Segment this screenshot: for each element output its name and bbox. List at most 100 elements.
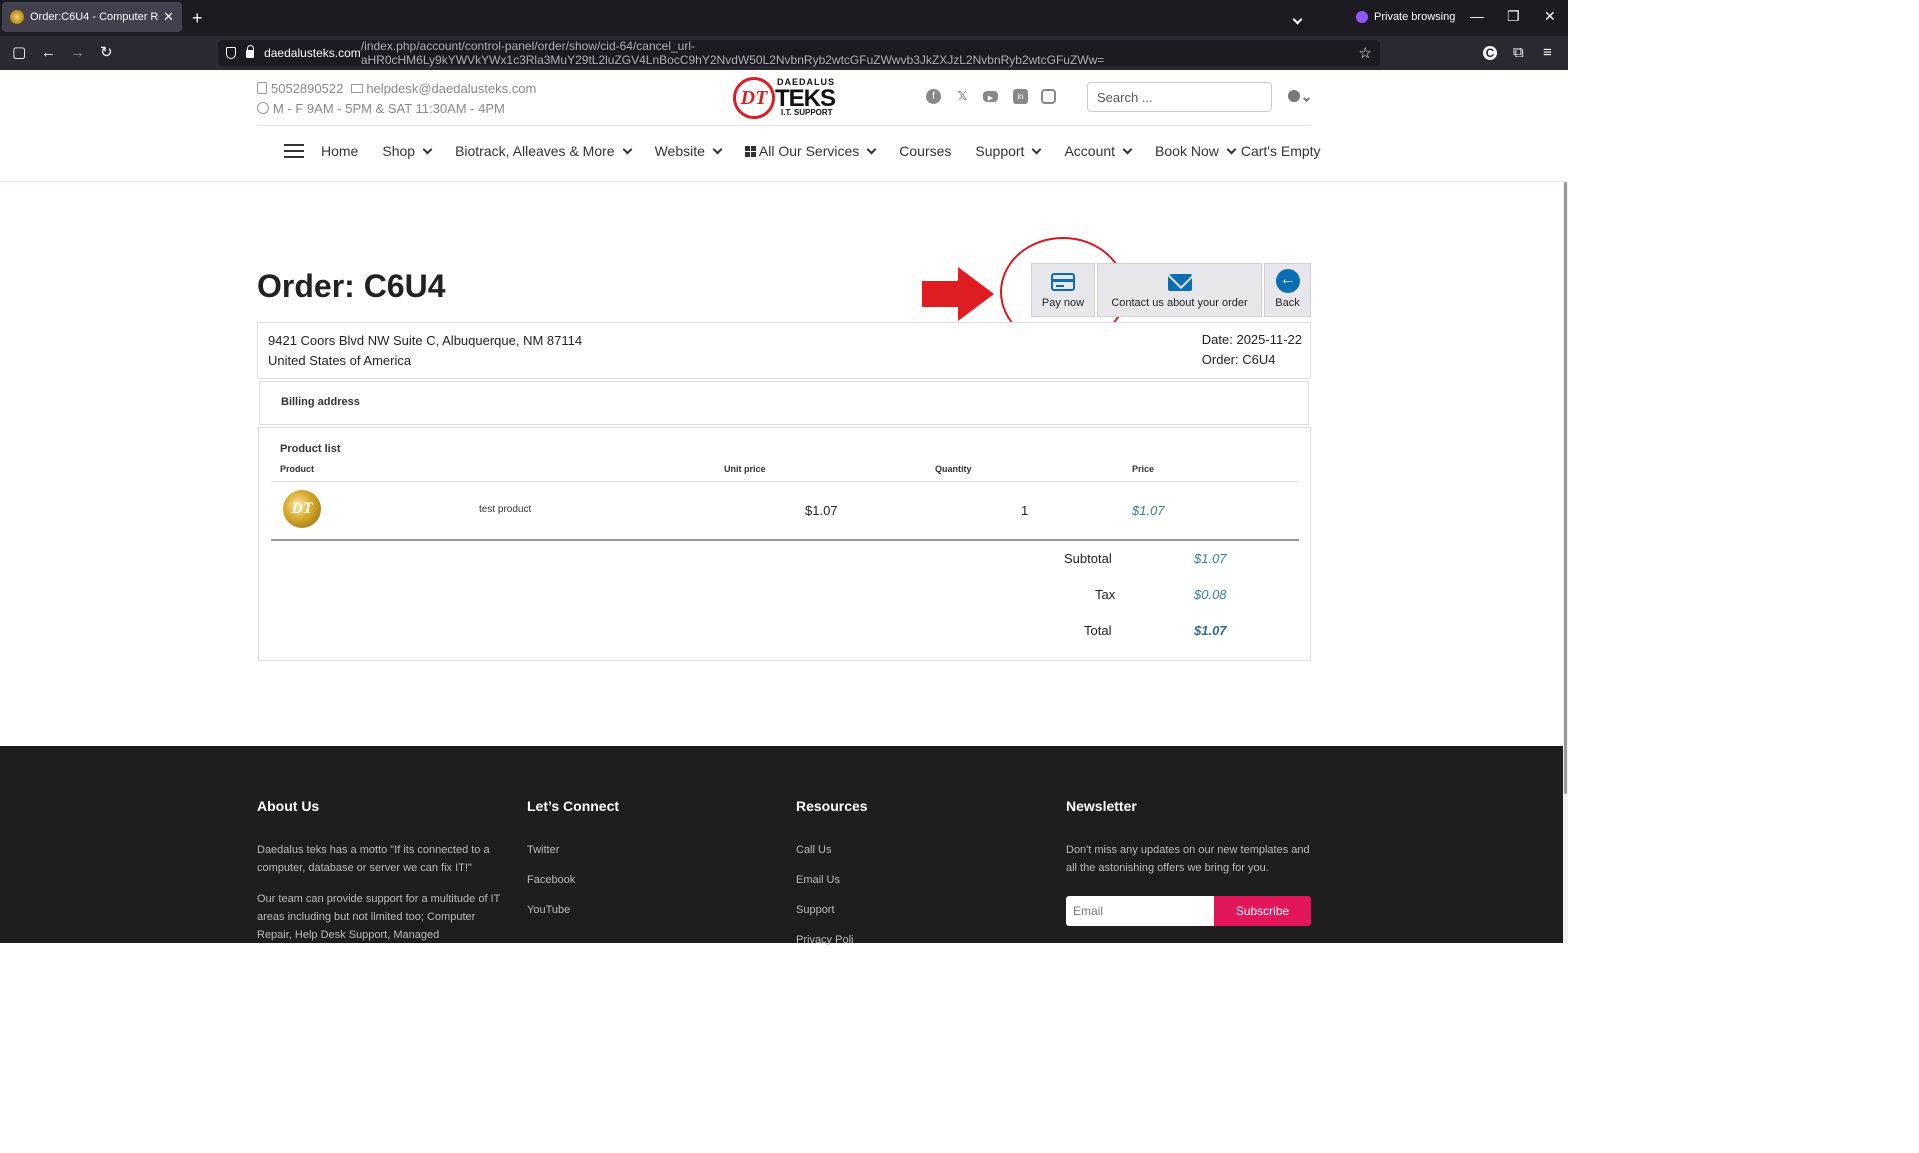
subtotal-label: Subtotal — [1064, 551, 1112, 566]
chevron-down-icon — [1226, 144, 1237, 154]
user-menu[interactable] — [1288, 90, 1311, 104]
nav-cart[interactable]: Cart's Empty — [1241, 143, 1321, 159]
private-browsing-indicator: Private browsing — [1356, 11, 1455, 23]
footer-link-support[interactable]: Support — [796, 901, 1046, 919]
column-header-unit-price: Unit price — [724, 464, 766, 474]
mail-icon — [351, 84, 364, 93]
hamburger-menu-icon[interactable] — [284, 144, 304, 158]
footer-link-privacy[interactable]: Privacy Poli — [796, 931, 1046, 949]
new-tab-icon[interactable]: + — [192, 8, 203, 28]
nav-biotrack[interactable]: Biotrack, Alleaves & More — [455, 143, 633, 159]
close-tab-icon[interactable]: ✕ — [163, 9, 174, 25]
footer-link-youtube[interactable]: YouTube — [527, 901, 777, 919]
x-twitter-icon[interactable]: 𝕏 — [955, 89, 970, 104]
clock-icon — [257, 102, 269, 114]
footer-about-text-2: Our team can provide support for a multi… — [257, 893, 501, 941]
footer-link-call-us[interactable]: Call Us — [796, 841, 1046, 859]
scrollbar-thumb[interactable] — [1564, 182, 1567, 794]
unit-price: $1.07 — [805, 503, 838, 518]
tax-label: Tax — [1095, 587, 1116, 602]
extensions-icon[interactable]: ⧉ — [1513, 44, 1524, 62]
window-close-icon[interactable]: ✕ — [1544, 8, 1556, 25]
instagram-icon[interactable] — [1041, 89, 1056, 104]
page-title: Order: C6U4 — [257, 268, 446, 304]
order-number: Order: C6U4 — [1201, 352, 1276, 367]
main-navigation: Home Shop Biotrack, Alleaves & More Webs… — [284, 143, 1345, 159]
back-label: Back — [1275, 297, 1300, 309]
address-bar[interactable]: daedalusteks.com/index.php/account/contr… — [218, 39, 1380, 67]
phone-icon — [257, 82, 267, 94]
forward-arrow-icon[interactable]: → — [70, 44, 85, 62]
chevron-down-icon — [1032, 144, 1042, 154]
credit-card-icon — [1051, 273, 1075, 291]
email-address[interactable]: helpdesk@daedalusteks.com — [366, 81, 536, 96]
address-panel: 9421 Coors Blvd NW Suite C, Albuquerque,… — [257, 322, 1311, 379]
total-value: $1.07 — [1194, 623, 1227, 638]
footer-newsletter-title: Newsletter — [1066, 798, 1137, 814]
nav-support[interactable]: Support — [975, 143, 1042, 159]
phone-number[interactable]: 5052890522 — [271, 81, 343, 96]
contact-order-button[interactable]: Contact us about your order — [1097, 263, 1262, 317]
footer-resources-title: Resources — [796, 798, 868, 814]
facebook-icon[interactable]: f — [926, 89, 941, 104]
browser-tab-bar: Order:C6U4 - Computer Repair ✕ + Private… — [0, 0, 1568, 36]
url-domain: daedalusteks.com — [264, 46, 361, 60]
search-placeholder: Search ... — [1097, 89, 1153, 105]
nav-account[interactable]: Account — [1064, 143, 1133, 159]
product-list-panel: Product list Product Unit price Quantity… — [258, 427, 1311, 661]
nav-shop[interactable]: Shop — [382, 143, 433, 159]
restore-icon[interactable]: ❐ — [1507, 8, 1520, 25]
quantity: 1 — [1021, 503, 1029, 518]
footer-about-title: About Us — [257, 798, 320, 814]
back-arrow-icon[interactable]: ← — [41, 44, 56, 62]
site-logo[interactable]: DT DAEDALUS TEKS I.T. SUPPORT — [733, 75, 836, 119]
nav-divider — [0, 181, 1568, 182]
subscribe-button[interactable]: Subscribe — [1214, 896, 1311, 926]
tax-value: $0.08 — [1194, 587, 1227, 602]
order-date: Date: 2025-11-22 — [1201, 332, 1302, 347]
linkedin-icon[interactable]: in — [1013, 89, 1028, 104]
nav-home[interactable]: Home — [321, 143, 358, 159]
menu-icon[interactable]: ≡ — [1543, 44, 1552, 62]
pay-now-button[interactable]: Pay now — [1031, 263, 1095, 317]
contact-info: 5052890522 helpdesk@daedalusteks.com M - … — [257, 79, 536, 119]
url-path: /index.php/account/control-panel/order/s… — [360, 39, 1105, 67]
tab-list-chevron-icon[interactable] — [1292, 10, 1303, 28]
account-c-icon[interactable]: C — [1483, 46, 1497, 60]
youtube-icon[interactable]: ▶ — [983, 91, 998, 102]
site-search-input[interactable]: Search ... — [1087, 82, 1272, 112]
product-thumbnail[interactable]: DT — [283, 490, 321, 528]
tracking-shield-icon[interactable] — [226, 47, 236, 59]
chevron-down-icon — [1122, 144, 1133, 154]
arrow-left-circle-icon: ← — [1275, 269, 1300, 293]
sidebar-toggle-icon[interactable]: ▢ — [12, 44, 26, 62]
line-price: $1.07 — [1132, 503, 1165, 518]
footer-resources: Resources Call Us Email Us Support Priva… — [796, 798, 1046, 961]
product-name[interactable]: test product — [479, 504, 531, 515]
private-browsing-label: Private browsing — [1374, 11, 1456, 23]
reload-icon[interactable]: ↻ — [100, 44, 113, 62]
address-line-2: United States of America — [268, 353, 412, 368]
column-header-product: Product — [280, 464, 315, 474]
tab-title: Order:C6U4 - Computer Repair — [30, 11, 159, 23]
bookmark-star-icon[interactable]: ☆ — [1359, 44, 1372, 62]
back-button[interactable]: ← Back — [1264, 263, 1311, 317]
minimize-icon[interactable]: — — [1470, 8, 1484, 24]
footer-link-email-us[interactable]: Email Us — [796, 871, 1046, 889]
column-header-quantity: Quantity — [935, 464, 972, 474]
browser-tab[interactable]: Order:C6U4 - Computer Repair ✕ — [2, 2, 182, 32]
nav-courses[interactable]: Courses — [899, 143, 951, 159]
footer-newsletter-text: Don't miss any updates on our new templa… — [1066, 844, 1310, 874]
footer-link-facebook[interactable]: Facebook — [527, 871, 777, 889]
user-icon — [1288, 90, 1300, 102]
newsletter-email-input[interactable]: Email — [1066, 896, 1214, 926]
private-mask-icon — [1356, 11, 1368, 23]
page-scrollbar[interactable] — [1563, 182, 1568, 943]
nav-book-now[interactable]: Book Now — [1155, 143, 1237, 159]
footer-link-twitter[interactable]: Twitter — [527, 841, 777, 859]
nav-website[interactable]: Website — [655, 143, 723, 159]
nav-all-services[interactable]: All Our Services — [744, 143, 877, 159]
lock-icon[interactable] — [245, 45, 255, 58]
product-list-label: Product list — [280, 443, 341, 455]
logo-sub-text: I.T. SUPPORT — [781, 108, 833, 117]
